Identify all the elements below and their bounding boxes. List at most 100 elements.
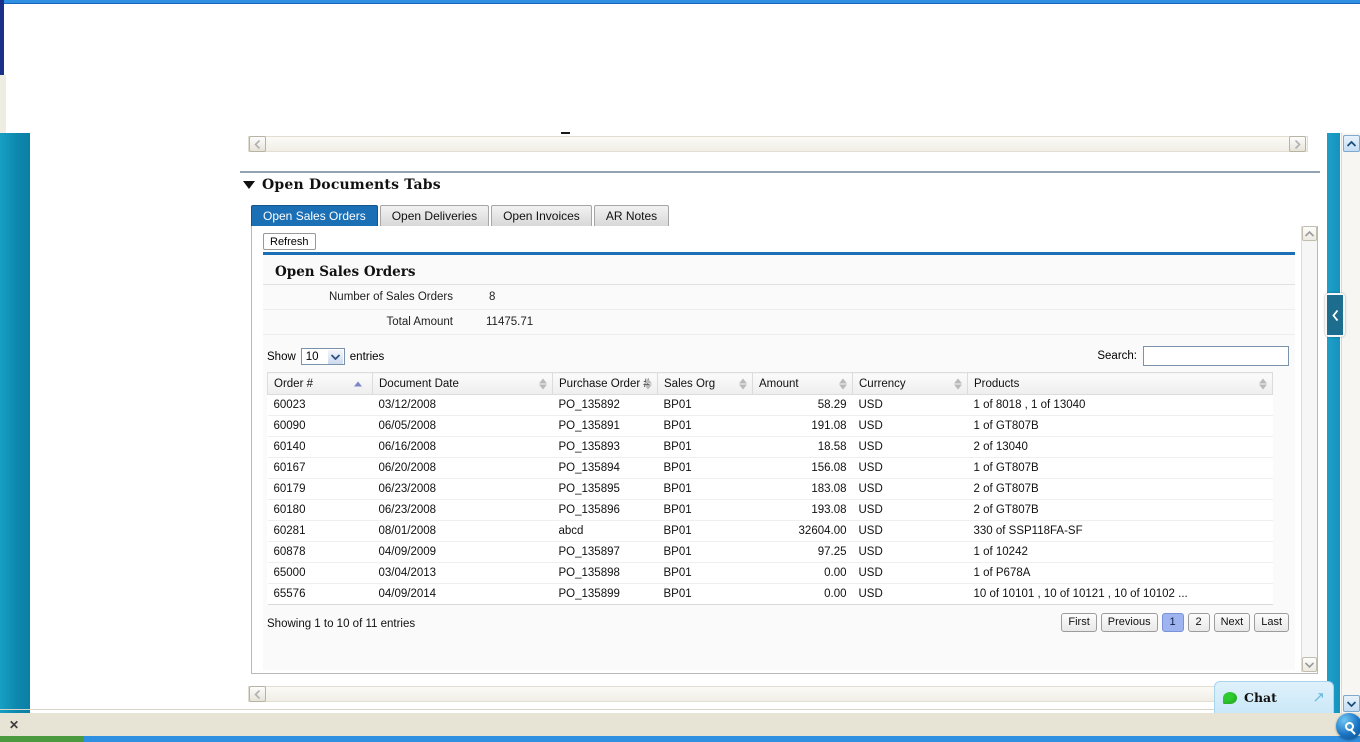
tab-ar-notes[interactable]: AR Notes <box>593 205 670 226</box>
tab-open-deliveries[interactable]: Open Deliveries <box>379 205 490 226</box>
panel-content: Open Sales Orders Number of Sales Orders… <box>263 255 1295 670</box>
taskbar-green-strip <box>0 736 84 742</box>
sort-icon <box>539 378 547 389</box>
arrow-up-right-icon[interactable]: ↗ <box>1312 690 1325 705</box>
column-header-document-date[interactable]: Document Date <box>372 372 553 395</box>
search-orb-button[interactable] <box>1336 713 1360 739</box>
table-cell: 1 of GT807B <box>967 457 1273 479</box>
table-row[interactable]: 60878 04/09/2009 PO_135897 BP01 97.25 USD 1 of… <box>267 541 1273 563</box>
summary-value: 11475.71 <box>486 316 534 328</box>
table-row[interactable]: 60281 08/01/2008 abcd BP01 32604.00 USD 330 of… <box>267 520 1273 542</box>
table-cell: 156.08 <box>752 457 853 479</box>
triangle-down-icon[interactable] <box>243 181 255 189</box>
page-length-select[interactable]: 10 <box>300 348 345 365</box>
table-cell: 193.08 <box>752 499 853 521</box>
table-row[interactable]: 60179 06/23/2008 PO_135895 BP01 183.08 USD 2 o… <box>267 478 1273 500</box>
summary-label: Total Amount <box>386 316 453 328</box>
taskbar-blue-strip <box>84 736 1360 742</box>
table-cell: 58.29 <box>752 394 853 416</box>
table-cell: BP01 <box>657 394 753 416</box>
section-divider <box>240 171 1320 173</box>
table-row[interactable]: 60140 06/16/2008 PO_135893 BP01 18.58 USD 2 of… <box>267 436 1273 458</box>
table-cell: 65000 <box>267 562 373 584</box>
table-cell: USD <box>852 541 968 563</box>
table-cell: PO_135892 <box>552 394 658 416</box>
table-cell: 06/23/2008 <box>372 499 553 521</box>
pagination-last[interactable]: Last <box>1254 613 1289 632</box>
sidebar-collapse-handle[interactable] <box>1325 293 1345 337</box>
taskbar <box>0 713 1360 736</box>
refresh-button[interactable]: Refresh <box>263 233 316 250</box>
page-scroll-down-icon[interactable] <box>1343 695 1360 712</box>
table-row[interactable]: 60023 03/12/2008 PO_135892 BP01 58.29 USD 1 of… <box>267 394 1273 416</box>
page-vertical-scrollbar[interactable] <box>1341 133 1360 713</box>
table-row[interactable]: 60090 06/05/2008 PO_135891 BP01 191.08 USD 1 o… <box>267 415 1273 437</box>
table-row[interactable]: 60167 06/20/2008 PO_135894 BP01 156.08 USD 1 o… <box>267 457 1273 479</box>
chevron-left-icon[interactable] <box>1327 295 1343 335</box>
sort-icon <box>739 378 747 389</box>
panel-vertical-scrollbar[interactable] <box>1301 226 1317 672</box>
column-header-order-number[interactable]: Order # <box>267 372 373 395</box>
content-bottom-divider <box>0 709 1327 710</box>
pagination-next[interactable]: Next <box>1213 613 1251 632</box>
table-cell: USD <box>852 520 968 542</box>
summary-value: 8 <box>489 291 496 303</box>
chat-widget[interactable]: Chat ↗ <box>1214 681 1334 713</box>
summary-row-number-of-sales-orders: Number of Sales Orders 8 <box>263 285 1295 310</box>
panel-heading: Open Sales Orders <box>263 255 1295 285</box>
tab-open-invoices[interactable]: Open Invoices <box>491 205 592 226</box>
table-cell: 2 of 13040 <box>967 436 1273 458</box>
column-header-sales-org[interactable]: Sales Org <box>657 372 753 395</box>
table-cell: 06/20/2008 <box>372 457 553 479</box>
table-cell: USD <box>852 478 968 500</box>
table-row[interactable]: 60180 06/23/2008 PO_135896 BP01 193.08 USD 2 o… <box>267 499 1273 521</box>
table-cell: 32604.00 <box>752 520 853 542</box>
pagination-page-1[interactable]: 1 <box>1161 613 1184 632</box>
show-prefix-label: Show <box>267 350 296 363</box>
table-cell: 08/01/2008 <box>372 520 553 542</box>
scroll-right-icon[interactable] <box>1289 136 1306 152</box>
datatable-controls: Show 10 entries Search: <box>263 342 1295 372</box>
table-row[interactable]: 65000 03/04/2013 PO_135898 BP01 0.00 USD 1 of … <box>267 562 1273 584</box>
scroll-down-icon[interactable] <box>1302 657 1317 672</box>
scroll-left-icon[interactable] <box>249 686 266 702</box>
table-cell: BP01 <box>657 415 753 437</box>
table-cell: PO_135895 <box>552 478 658 500</box>
left-teal-rail <box>0 133 30 713</box>
table-cell: 191.08 <box>752 415 853 437</box>
page-scroll-up-icon[interactable] <box>1343 135 1360 152</box>
top-horizontal-scrollbar[interactable] <box>248 136 1308 152</box>
bottom-horizontal-scrollbar[interactable] <box>248 686 1308 702</box>
table-cell: BP01 <box>657 562 753 584</box>
column-label: Document Date <box>379 377 459 390</box>
column-header-amount[interactable]: Amount <box>752 372 853 395</box>
table-cell: USD <box>852 499 968 521</box>
table-cell: 60179 <box>267 478 373 500</box>
pagination-page-2[interactable]: 2 <box>1187 613 1210 632</box>
table-cell: 1 of GT807B <box>967 415 1273 437</box>
pagination-first[interactable]: First <box>1061 613 1097 632</box>
search-label: Search: <box>1097 350 1137 362</box>
datatable-footer: Showing 1 to 10 of 11 entries First Prev… <box>263 610 1295 644</box>
column-label: Sales Org <box>664 377 716 390</box>
table-info-label: Showing 1 to 10 of 11 entries <box>267 618 416 630</box>
chevron-down-icon[interactable] <box>327 350 343 364</box>
tab-open-sales-orders[interactable]: Open Sales Orders <box>251 205 378 226</box>
column-header-currency[interactable]: Currency <box>852 372 968 395</box>
pagination-previous[interactable]: Previous <box>1100 613 1158 632</box>
table-cell: 60180 <box>267 499 373 521</box>
column-header-purchase-order-number[interactable]: Purchase Order # <box>552 372 658 395</box>
table-cell: BP01 <box>657 499 753 521</box>
table-row[interactable]: 65576 04/09/2014 PO_135899 BP01 0.00 USD 10 of… <box>267 583 1273 605</box>
table-cell: 10 of 10101 , 10 of 10121 , 10 of 10102 … <box>967 583 1273 605</box>
search-input[interactable] <box>1143 346 1289 366</box>
scroll-up-icon[interactable] <box>1302 226 1317 241</box>
chat-bubble-icon <box>1223 691 1237 704</box>
table-cell: PO_135891 <box>552 415 658 437</box>
table-header-row: Order # Document Date Purchase Order # S… <box>267 372 1273 395</box>
column-label: Purchase Order # <box>559 377 650 390</box>
column-header-products[interactable]: Products <box>967 372 1273 395</box>
table-cell: 1 of 8018 , 1 of 13040 <box>967 394 1273 416</box>
close-icon[interactable]: ✕ <box>6 718 22 732</box>
scroll-left-icon[interactable] <box>249 136 266 152</box>
